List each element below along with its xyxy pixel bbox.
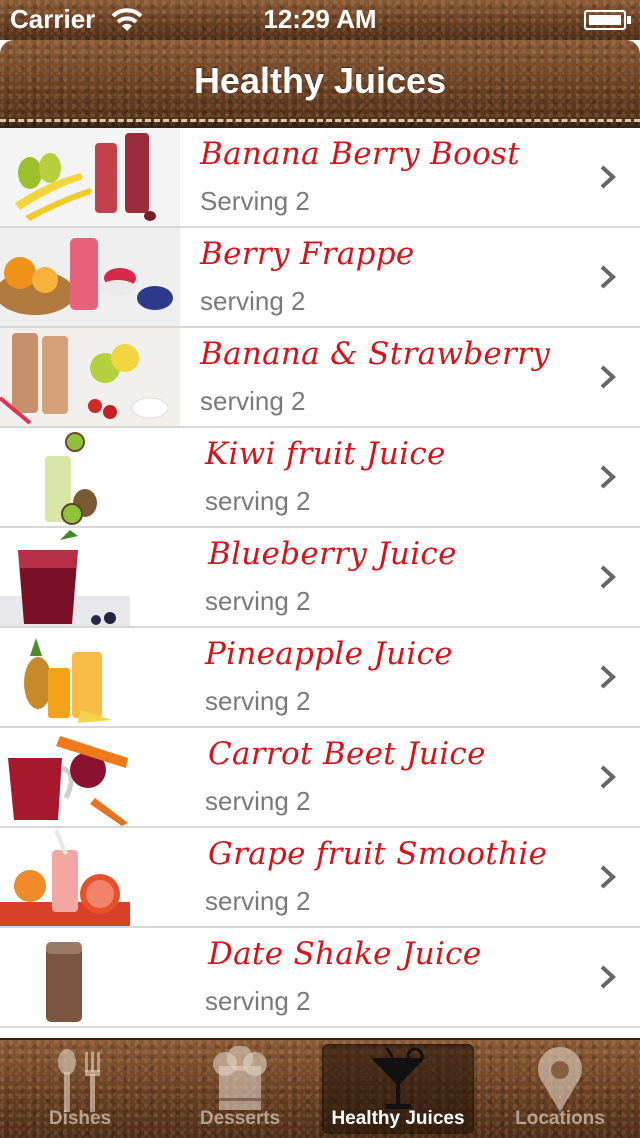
pineapple-juice-thumbnail xyxy=(0,628,130,726)
berry-frappe-thumbnail xyxy=(0,228,180,326)
chevron-right-icon xyxy=(600,565,616,589)
carrot-beet-juice-thumbnail xyxy=(0,728,130,826)
item-serving: serving 2 xyxy=(205,686,311,716)
item-title: Banana Berry Boost xyxy=(200,136,521,172)
blueberry-juice-thumbnail xyxy=(0,528,130,626)
chevron-right-icon xyxy=(600,665,616,689)
chevron-right-icon xyxy=(600,765,616,789)
kiwi-fruit-juice-thumbnail xyxy=(0,428,130,526)
item-title: Kiwi fruit Juice xyxy=(205,436,446,472)
map-pin-icon xyxy=(538,1046,582,1112)
banana-strawberry-thumbnail xyxy=(0,328,180,426)
chevron-right-icon xyxy=(600,165,616,189)
item-title: Banana & Strawberry xyxy=(200,336,551,372)
chef-hat-icon xyxy=(213,1046,267,1110)
navigation-bar: Healthy Juices xyxy=(0,40,640,128)
item-serving: serving 2 xyxy=(205,886,311,916)
item-serving: serving 2 xyxy=(205,786,311,816)
list-item[interactable]: Date Shake Juice serving 2 xyxy=(0,928,640,1028)
list-item[interactable]: Grape fruit Smoothie serving 2 xyxy=(0,828,640,928)
item-title: Date Shake Juice xyxy=(208,936,482,972)
item-serving: serving 2 xyxy=(205,486,311,516)
battery-icon xyxy=(584,10,631,30)
banana-berry-boost-thumbnail xyxy=(0,128,180,226)
tab-dishes[interactable]: Dishes xyxy=(4,1044,156,1134)
item-serving: Serving 2 xyxy=(200,186,310,216)
item-title: Carrot Beet Juice xyxy=(208,736,486,772)
tab-desserts[interactable]: Desserts xyxy=(164,1044,316,1134)
fork-spoon-icon xyxy=(58,1049,100,1112)
list-item[interactable]: Pineapple Juice serving 2 xyxy=(0,628,640,728)
chevron-right-icon xyxy=(600,265,616,289)
juice-list[interactable]: Banana Berry Boost Serving 2 Berry Frapp… xyxy=(0,128,640,1038)
stitch-divider xyxy=(0,119,640,122)
list-item[interactable]: Carrot Beet Juice serving 2 xyxy=(0,728,640,828)
item-serving: serving 2 xyxy=(205,586,311,616)
item-title: Grape fruit Smoothie xyxy=(208,836,548,872)
chevron-right-icon xyxy=(600,465,616,489)
chevron-right-icon xyxy=(600,965,616,989)
tab-healthy-juices[interactable]: Healthy Juices xyxy=(322,1044,474,1134)
list-item[interactable]: Banana Berry Boost Serving 2 xyxy=(0,128,640,228)
item-serving: serving 2 xyxy=(200,386,306,416)
list-item[interactable]: Blueberry Juice serving 2 xyxy=(0,528,640,628)
list-item[interactable]: Berry Frappe serving 2 xyxy=(0,228,640,328)
tab-bar: Dishes Desserts Healthy Juices Locations xyxy=(0,1038,640,1138)
item-serving: serving 2 xyxy=(205,986,311,1016)
date-shake-juice-thumbnail xyxy=(0,928,130,1026)
tab-locations[interactable]: Locations xyxy=(484,1044,636,1134)
list-item[interactable]: Banana & Strawberry serving 2 xyxy=(0,328,640,428)
item-serving: serving 2 xyxy=(200,286,306,316)
tab-label: Dishes xyxy=(48,1108,112,1129)
cocktail-glass-icon xyxy=(371,1047,425,1109)
grapefruit-smoothie-thumbnail xyxy=(0,828,130,926)
status-bar: Carrier 12:29 AM xyxy=(0,0,640,40)
list-item[interactable]: Kiwi fruit Juice serving 2 xyxy=(0,428,640,528)
tab-label: Healthy Juices xyxy=(331,1108,465,1129)
chevron-right-icon xyxy=(600,365,616,389)
clock: 12:29 AM xyxy=(263,4,377,34)
item-title: Pineapple Juice xyxy=(205,636,453,672)
item-title: Berry Frappe xyxy=(200,236,415,272)
tab-label: Desserts xyxy=(199,1108,281,1129)
item-title: Blueberry Juice xyxy=(208,536,457,572)
chevron-right-icon xyxy=(600,865,616,889)
tab-label: Locations xyxy=(515,1108,605,1129)
page-title: Healthy Juices xyxy=(193,60,447,101)
